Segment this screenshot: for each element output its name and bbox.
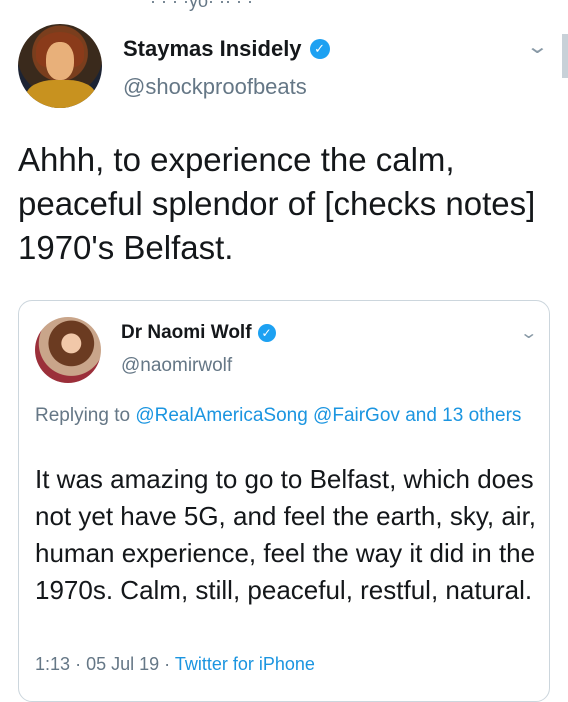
reply-and[interactable]: and [405, 405, 437, 426]
avatar-coat [26, 80, 96, 108]
verified-badge-icon: ✓ [309, 39, 330, 59]
quoted-author-name-row[interactable]: Dr Naomi Wolf ✓ [121, 322, 276, 344]
tweet-time[interactable]: 1:13 [35, 654, 70, 674]
reply-others-link[interactable]: 13 others [442, 405, 521, 426]
scrollbar[interactable] [562, 34, 568, 78]
cropped-header-text: · · · ·yo· ·· · · [150, 0, 253, 11]
tweet-date[interactable]: 05 Jul 19 [86, 654, 159, 674]
author-avatar[interactable] [18, 24, 102, 108]
author-handle[interactable]: @shockproofbeats [123, 74, 307, 100]
quoted-author-handle[interactable]: @naomirwolf [121, 355, 232, 377]
quoted-verified-badge-icon: ✓ [257, 324, 276, 342]
reply-mention-fairgov[interactable]: @FairGov [313, 405, 400, 426]
quoted-author-avatar[interactable] [35, 317, 101, 383]
replying-prefix: Replying to [35, 405, 131, 426]
meta-separator: · [75, 654, 87, 674]
replying-to-line: Replying to @RealAmericaSong @FairGov an… [35, 401, 525, 430]
quoted-tweet-text: It was amazing to go to Belfast, which d… [35, 464, 537, 605]
reply-mention-realamericasong[interactable]: @RealAmericaSong [135, 405, 307, 426]
tweet-text: Ahhh, to experience the calm, peaceful s… [18, 141, 536, 266]
chevron-down-icon[interactable]: ⌄ [526, 34, 549, 59]
tweet-source[interactable]: Twitter for iPhone [175, 654, 315, 674]
author-name-row[interactable]: Staymas Insidely ✓ [123, 36, 330, 62]
avatar-face [46, 42, 74, 80]
quoted-author-name[interactable]: Dr Naomi Wolf [121, 322, 252, 344]
quoted-tweet-meta: 1:13 · 05 Jul 19 · Twitter for iPhone [35, 654, 315, 675]
quoted-chevron-down-icon[interactable]: ⌄ [519, 323, 538, 343]
quoted-tweet-card[interactable]: Dr Naomi Wolf ✓ @naomirwolf ⌄ Replying t… [18, 300, 550, 702]
meta-separator: · [164, 654, 175, 674]
author-name[interactable]: Staymas Insidely [123, 36, 302, 62]
